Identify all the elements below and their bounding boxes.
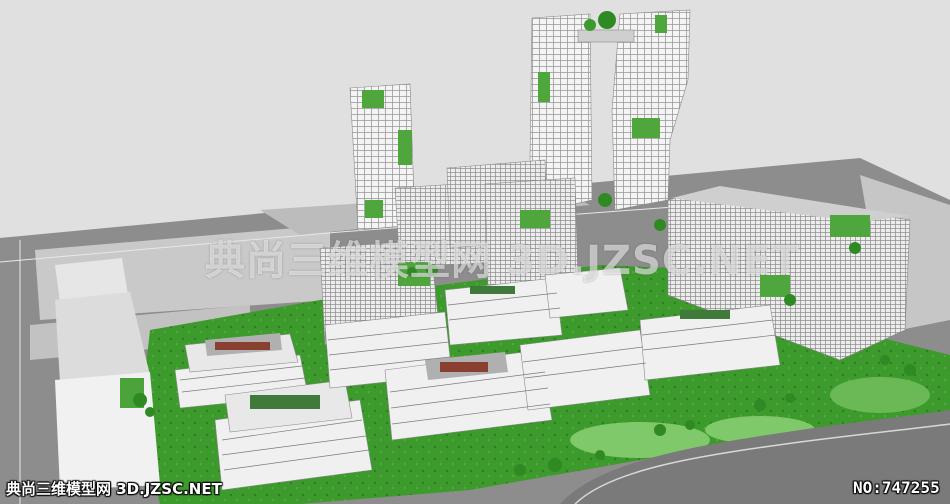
watermark-center: 典尚三维模型网 3D.JZSC.NET [205,238,800,284]
skybridge [577,29,635,43]
tree [584,19,596,31]
lawn-patch [830,377,930,413]
watermark-bottom-left: 典尚三维模型网 3D.JZSC.NET [6,480,222,498]
model-render: 典尚三维模型网 3D.JZSC.NET 典尚三维模型网 3D.JZSC.NET … [0,0,950,504]
tower-twin-green [655,15,667,33]
tower-left-green [365,200,383,218]
tower-twin-green [632,118,660,138]
tower-left-green [398,130,412,165]
tree [598,11,616,29]
terrace-building [444,277,563,346]
watermark-id: NO:747255 [853,478,940,497]
green-wall [830,215,870,237]
tower-twin-green [538,72,550,102]
green-wall [520,210,550,228]
tower-left-green [362,90,384,108]
left-building [55,372,160,490]
